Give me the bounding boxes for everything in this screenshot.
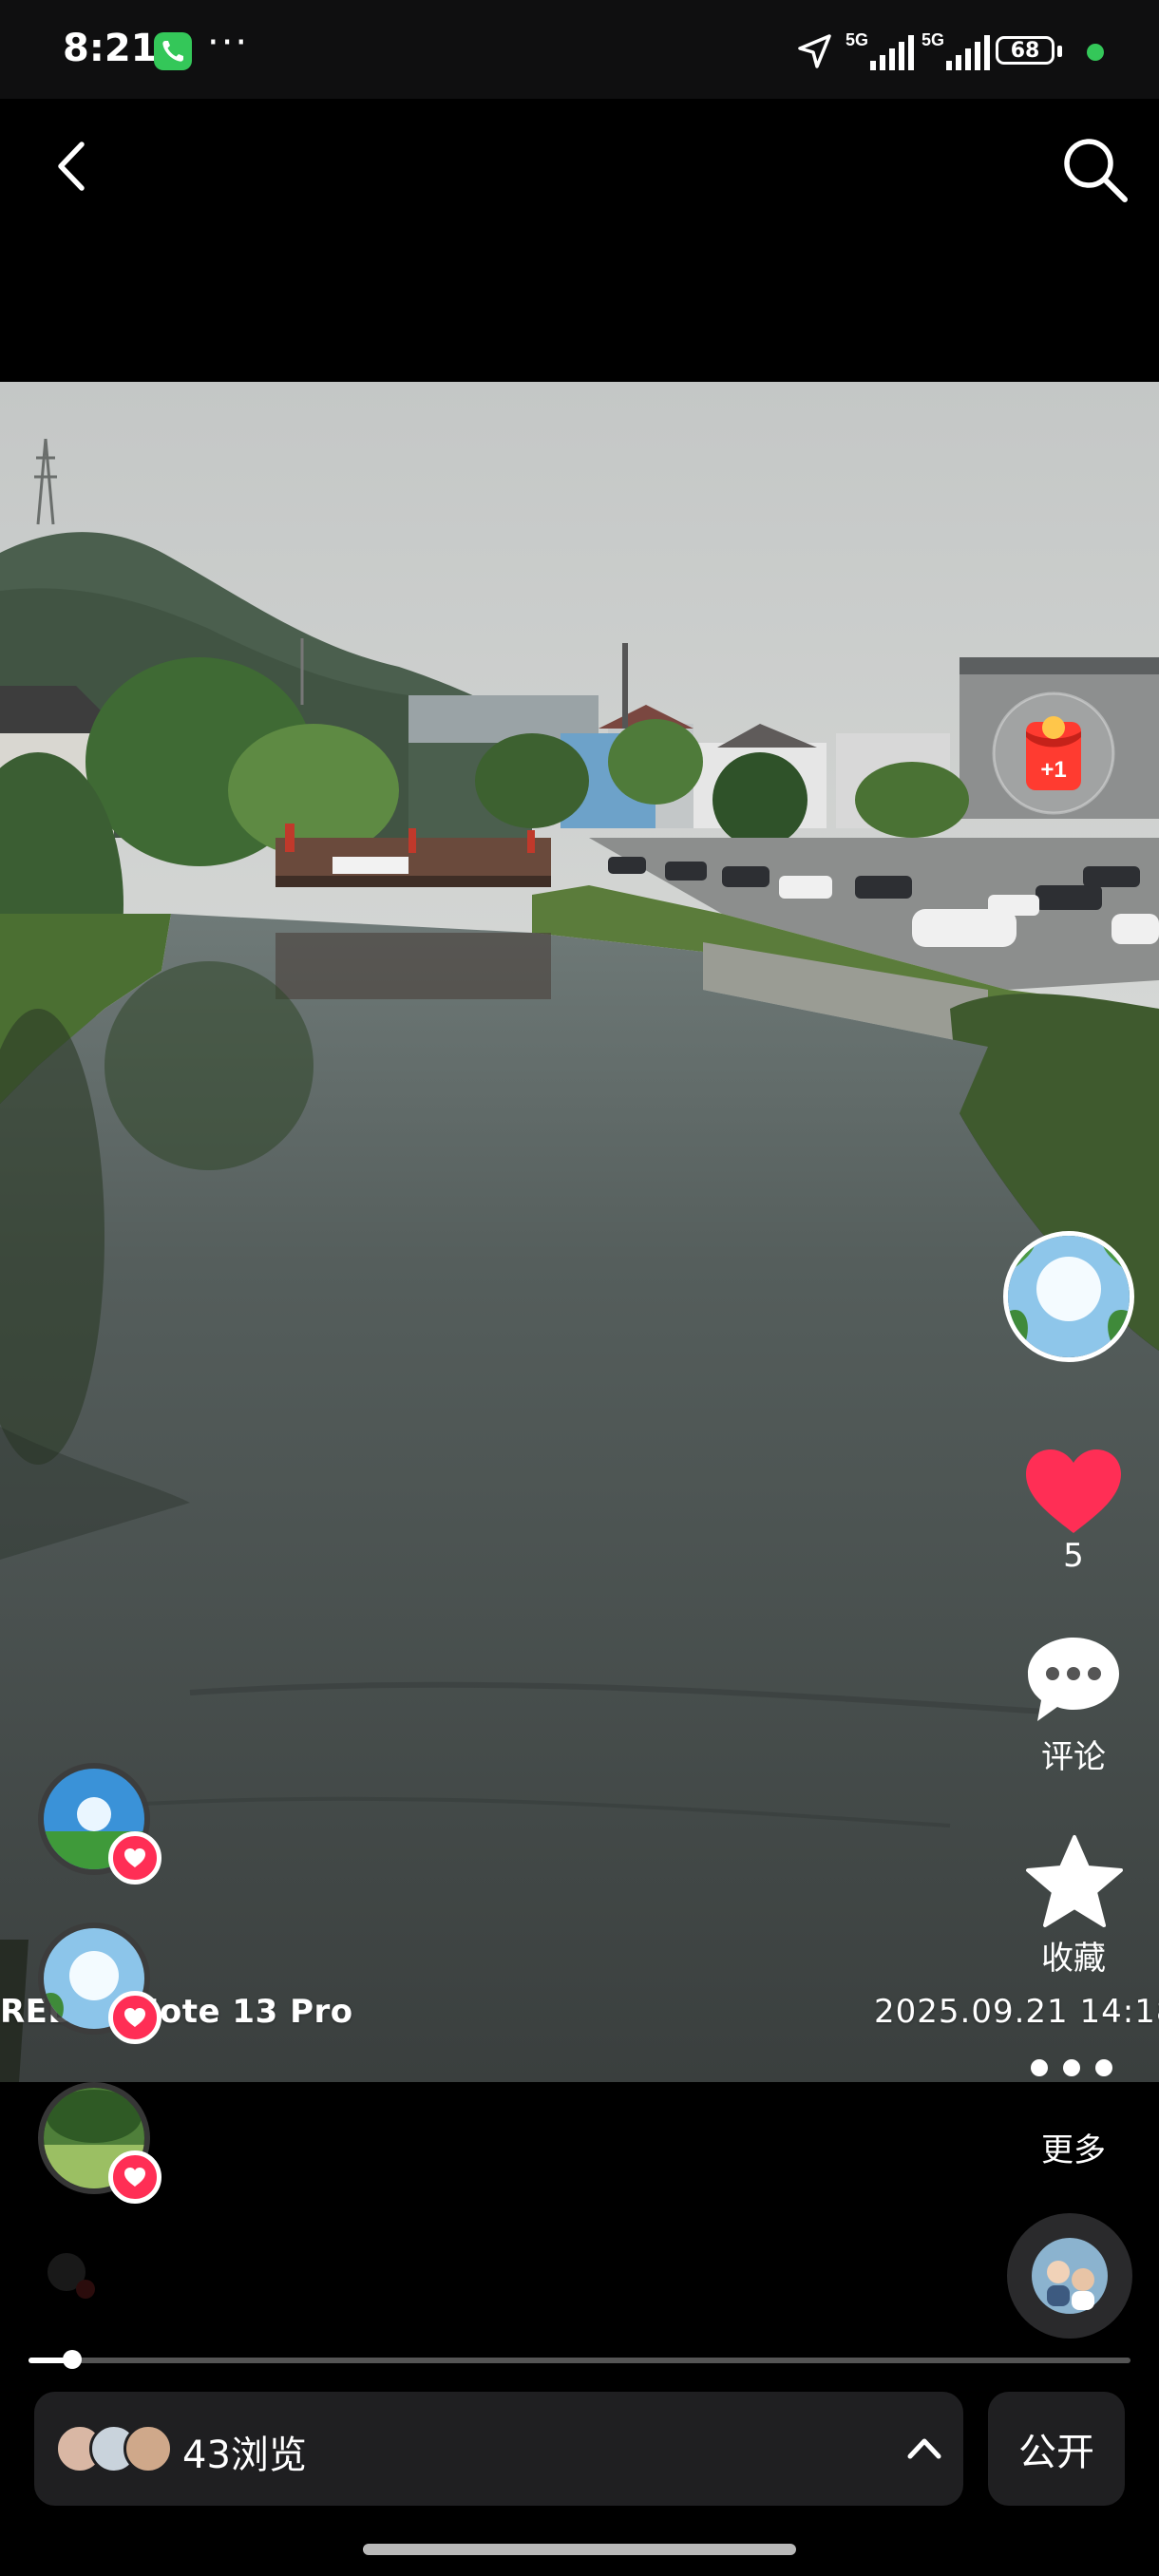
search-icon: [1064, 139, 1128, 202]
views-count: 43浏览: [182, 2434, 307, 2477]
liker-avatar-faded: [42, 2247, 99, 2304]
liker-heart-badge: [108, 1831, 162, 1885]
heart-icon: [1026, 1449, 1121, 1533]
battery-cap: [1057, 46, 1062, 57]
heart-icon: [124, 2168, 145, 2187]
star-icon: [1026, 1835, 1123, 1927]
viewer-avatars: [55, 2424, 179, 2473]
liker-heart-badge: [108, 1991, 162, 2044]
visibility-public-button[interactable]: 公开: [988, 2392, 1125, 2506]
liker-heart-badge: [108, 2150, 162, 2204]
dot: [1031, 2059, 1048, 2076]
heart-icon: [124, 2008, 145, 2027]
location-arrow-icon: [796, 32, 834, 74]
viewer-avatar: [124, 2424, 173, 2473]
svg-text:5G: 5G: [922, 30, 944, 49]
home-indicator[interactable]: [363, 2544, 796, 2555]
status-more-dots: ···: [207, 21, 250, 65]
dot: [1095, 2059, 1112, 2076]
red-packet-button[interactable]: +1: [992, 691, 1115, 815]
progress-handle[interactable]: [63, 2350, 82, 2369]
dot: [1063, 2059, 1080, 2076]
signal-strength-icon: 5G: [922, 30, 994, 76]
status-dot: [1087, 44, 1104, 61]
more-options-dots[interactable]: [1031, 2059, 1112, 2076]
phone-icon: [154, 32, 192, 70]
back-button[interactable]: [46, 133, 103, 199]
favorite-label: 收藏: [1041, 1940, 1106, 1978]
comment-button[interactable]: [1022, 1632, 1125, 1727]
signal-strength-icon: 5G: [846, 30, 918, 76]
like-button[interactable]: [1016, 1434, 1130, 1548]
red-packet-badge: +1: [1040, 757, 1066, 783]
search-button[interactable]: [1058, 133, 1132, 207]
like-count: 5: [1063, 1537, 1084, 1575]
photo-timestamp: 2025.09.21 14:18: [874, 1993, 1159, 2031]
back-icon: [58, 142, 85, 191]
status-time: 8:21: [63, 27, 158, 70]
more-button[interactable]: 更多: [1007, 2124, 1140, 2170]
author-avatar[interactable]: [1003, 1231, 1134, 1362]
comment-label: 评论: [1041, 1738, 1106, 1776]
heart-icon: [124, 1848, 145, 1867]
battery-indicator: 68: [996, 36, 1054, 65]
post-photo[interactable]: [0, 382, 1159, 2082]
favorite-button[interactable]: [1022, 1831, 1127, 1936]
chevron-up-icon[interactable]: [902, 2430, 946, 2472]
progress-track[interactable]: [28, 2358, 1130, 2363]
comment-icon: [1028, 1638, 1119, 1721]
music-disc-button[interactable]: [1007, 2213, 1132, 2339]
svg-text:5G: 5G: [846, 30, 868, 49]
